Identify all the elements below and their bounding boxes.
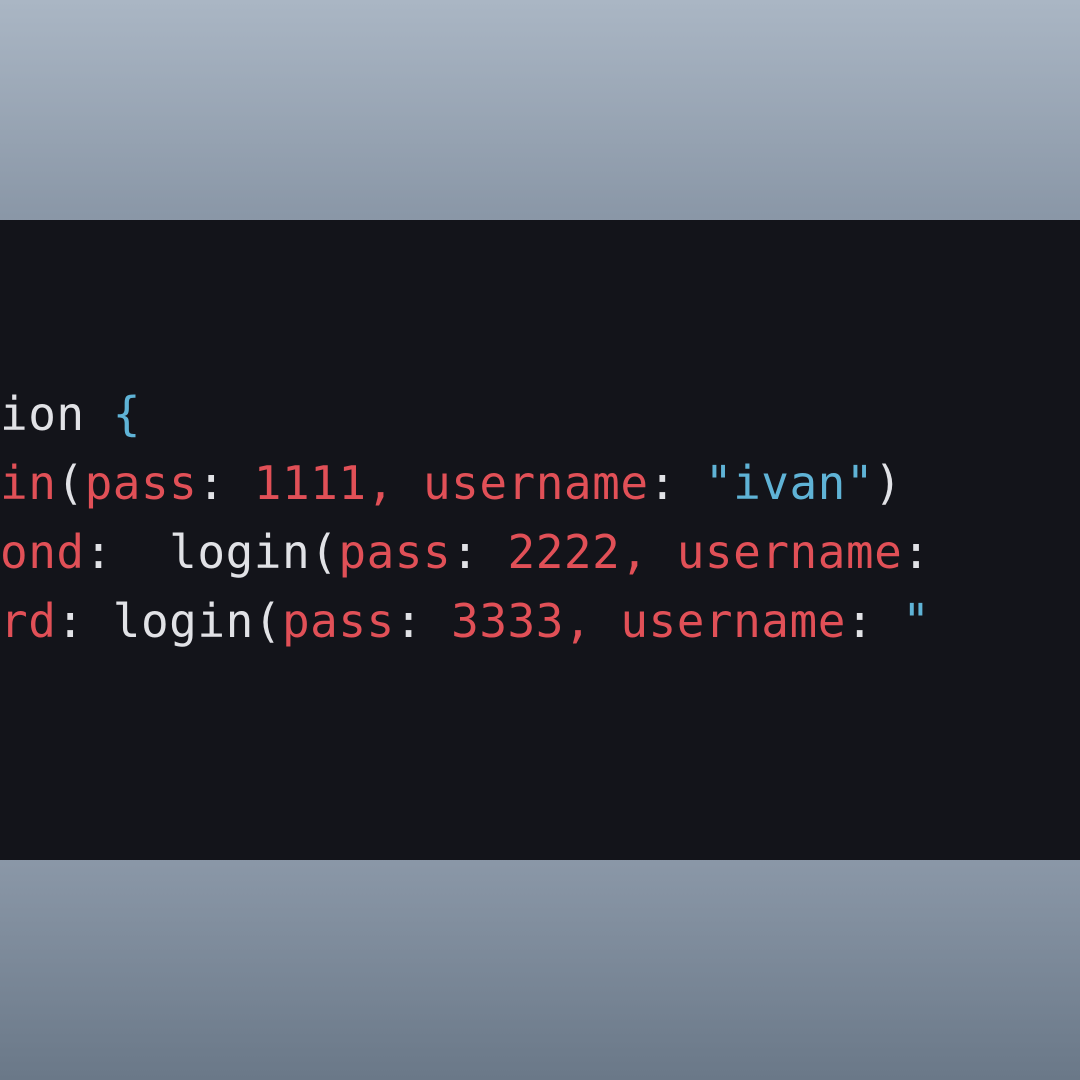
code-token: ond (0, 525, 85, 579)
code-token: { (113, 387, 141, 441)
code-token: in (0, 456, 56, 510)
code-token (649, 525, 677, 579)
code-token: username (620, 594, 846, 648)
code-token: login (113, 525, 310, 579)
code-line-2: in(pass: 1111, username: "ivan") (0, 456, 902, 510)
code-token: ( (56, 456, 84, 510)
code-token (592, 594, 620, 648)
code-token: ( (254, 594, 282, 648)
code-token: : (395, 594, 451, 648)
code-token: : (649, 456, 705, 510)
code-token: : (197, 456, 253, 510)
code-token: : (56, 594, 84, 648)
code-token: : (902, 525, 930, 579)
code-token: ) (874, 456, 902, 510)
code-token: ( (310, 525, 338, 579)
code-token: pass (338, 525, 451, 579)
code-token: username (423, 456, 649, 510)
code-token: , (620, 525, 648, 579)
code-token: 3333 (451, 594, 564, 648)
code-token: 1111 (254, 456, 367, 510)
code-line-4: rd: login(pass: 3333, username: " (0, 594, 930, 648)
code-token: " (902, 594, 930, 648)
code-token: , (367, 456, 395, 510)
code-token: , (564, 594, 592, 648)
code-token (395, 456, 423, 510)
code-token: login (85, 594, 254, 648)
code-block[interactable]: ion { in(pass: 1111, username: "ivan") o… (0, 380, 1080, 656)
code-token: : (451, 525, 507, 579)
code-token: pass (85, 456, 198, 510)
code-token: : (85, 525, 113, 579)
code-token: pass (282, 594, 395, 648)
code-token: "ivan" (705, 456, 874, 510)
code-editor-panel[interactable]: ion { in(pass: 1111, username: "ivan") o… (0, 220, 1080, 860)
code-token: rd (0, 594, 56, 648)
code-token: : (846, 594, 902, 648)
code-line-1: ion { (0, 387, 141, 441)
code-token: 2222 (508, 525, 621, 579)
code-token: ion (0, 387, 113, 441)
code-line-3: ond: login(pass: 2222, username: (0, 525, 931, 579)
code-token: username (677, 525, 903, 579)
